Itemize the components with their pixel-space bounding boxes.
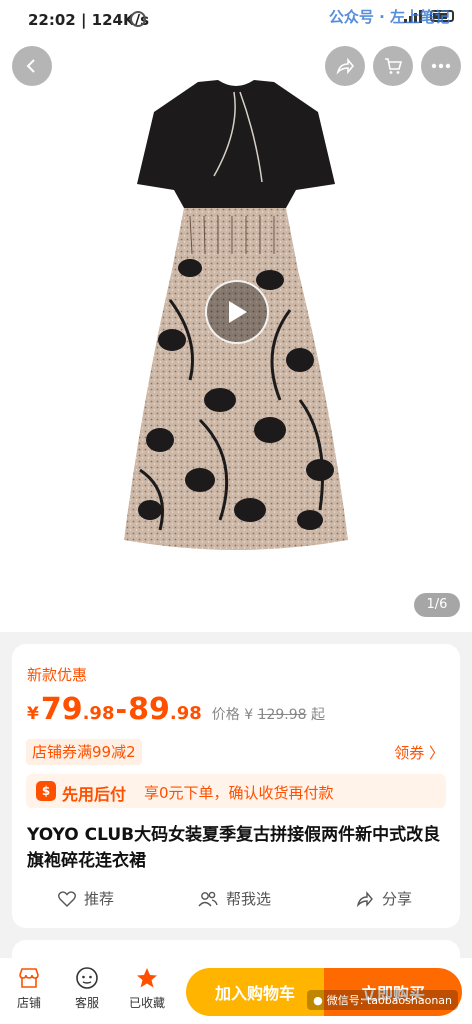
wechat-icon: ● [313,993,323,1007]
product-image-gallery[interactable]: 1/6 [0,40,472,632]
price-row: ¥ 79 .98 - 89 .98 价格 ¥ 129.98 起 [27,692,325,727]
help-choose-label: 帮我选 [226,890,272,908]
star-icon [137,968,157,988]
people-icon [198,891,218,906]
price-low-dec: .98 [82,703,115,724]
image-page-indicator: 1/6 [414,593,460,617]
price-high-int: 89 [128,692,170,727]
original-price-suffix: 起 [311,707,326,723]
play-icon [229,301,247,323]
pay-later-title: 先用后付 [62,785,127,804]
product-info-card: 新款优惠 ¥ 79 .98 - 89 .98 价格 ¥ 129.98 起 店铺券… [12,644,460,928]
tab-favorite-label: 已收藏 [128,996,165,1010]
bottom-action-bar: 店铺 客服 已收藏 加入购物车 立即购买 ● 微信号: taobaoshaona… [0,958,472,1024]
share-label: 分享 [382,890,413,908]
price-high-dec: .98 [169,703,202,724]
share-icon [336,57,355,75]
tab-shop-label: 店铺 [16,996,41,1010]
recommend-button[interactable]: 推荐 [58,888,114,909]
recommend-label: 推荐 [84,890,115,908]
cart-icon [385,58,403,74]
original-price: 价格 ¥ 129.98 起 [212,704,325,724]
pay-later-icon: $ [36,781,56,801]
price-currency: ¥ [27,704,39,724]
share-action-button[interactable]: 分享 [356,888,412,909]
get-coupon-link[interactable]: 领券 〉 [394,742,444,763]
more-button[interactable] [421,46,461,86]
watermark-bottom-text: 微信号: taobaoshaonan [326,994,452,1007]
tab-service-label: 客服 [74,996,99,1010]
alarm-icon [130,11,146,27]
more-icon [431,63,451,69]
pay-later-banner[interactable]: $ 先用后付 享0元下单，确认收货再付款 [26,774,446,808]
store-icon [19,968,39,988]
pay-later-description: 享0元下单，确认收货再付款 [144,784,334,802]
product-title: YOYO CLUB大码女装夏季复古拼接假两件新中式改良旗袍碎花连衣裙 [27,825,441,871]
add-to-cart-button[interactable]: 加入购物车 [186,968,324,1016]
original-price-value: 129.98 [257,707,307,723]
tab-favorite[interactable]: 已收藏 [122,966,172,1011]
original-price-label: 价格 [211,707,240,723]
help-choose-button[interactable]: 帮我选 [198,888,271,909]
play-video-button[interactable] [205,280,269,344]
heart-icon [58,890,76,907]
watermark-top: 公众号 · 左上笔记 [328,8,450,26]
watermark-bottom: ● 微信号: taobaoshaonan [307,990,458,1010]
original-price-currency: ¥ [244,707,254,723]
cart-button[interactable] [373,46,413,86]
price-low-int: 79 [40,692,83,727]
store-coupon-tag: 店铺券满99减2 [26,739,142,765]
share-button[interactable] [325,46,365,86]
promo-label: 新款优惠 [27,666,88,684]
product-actions: 推荐 帮我选 分享 [12,888,460,912]
price-range-dash: - [115,693,128,726]
tab-service[interactable]: 客服 [62,966,112,1011]
tab-shop[interactable]: 店铺 [4,966,54,1011]
back-button[interactable] [12,46,52,86]
share-icon [356,890,373,907]
customer-service-icon [76,967,98,989]
chevron-left-icon [26,59,35,73]
